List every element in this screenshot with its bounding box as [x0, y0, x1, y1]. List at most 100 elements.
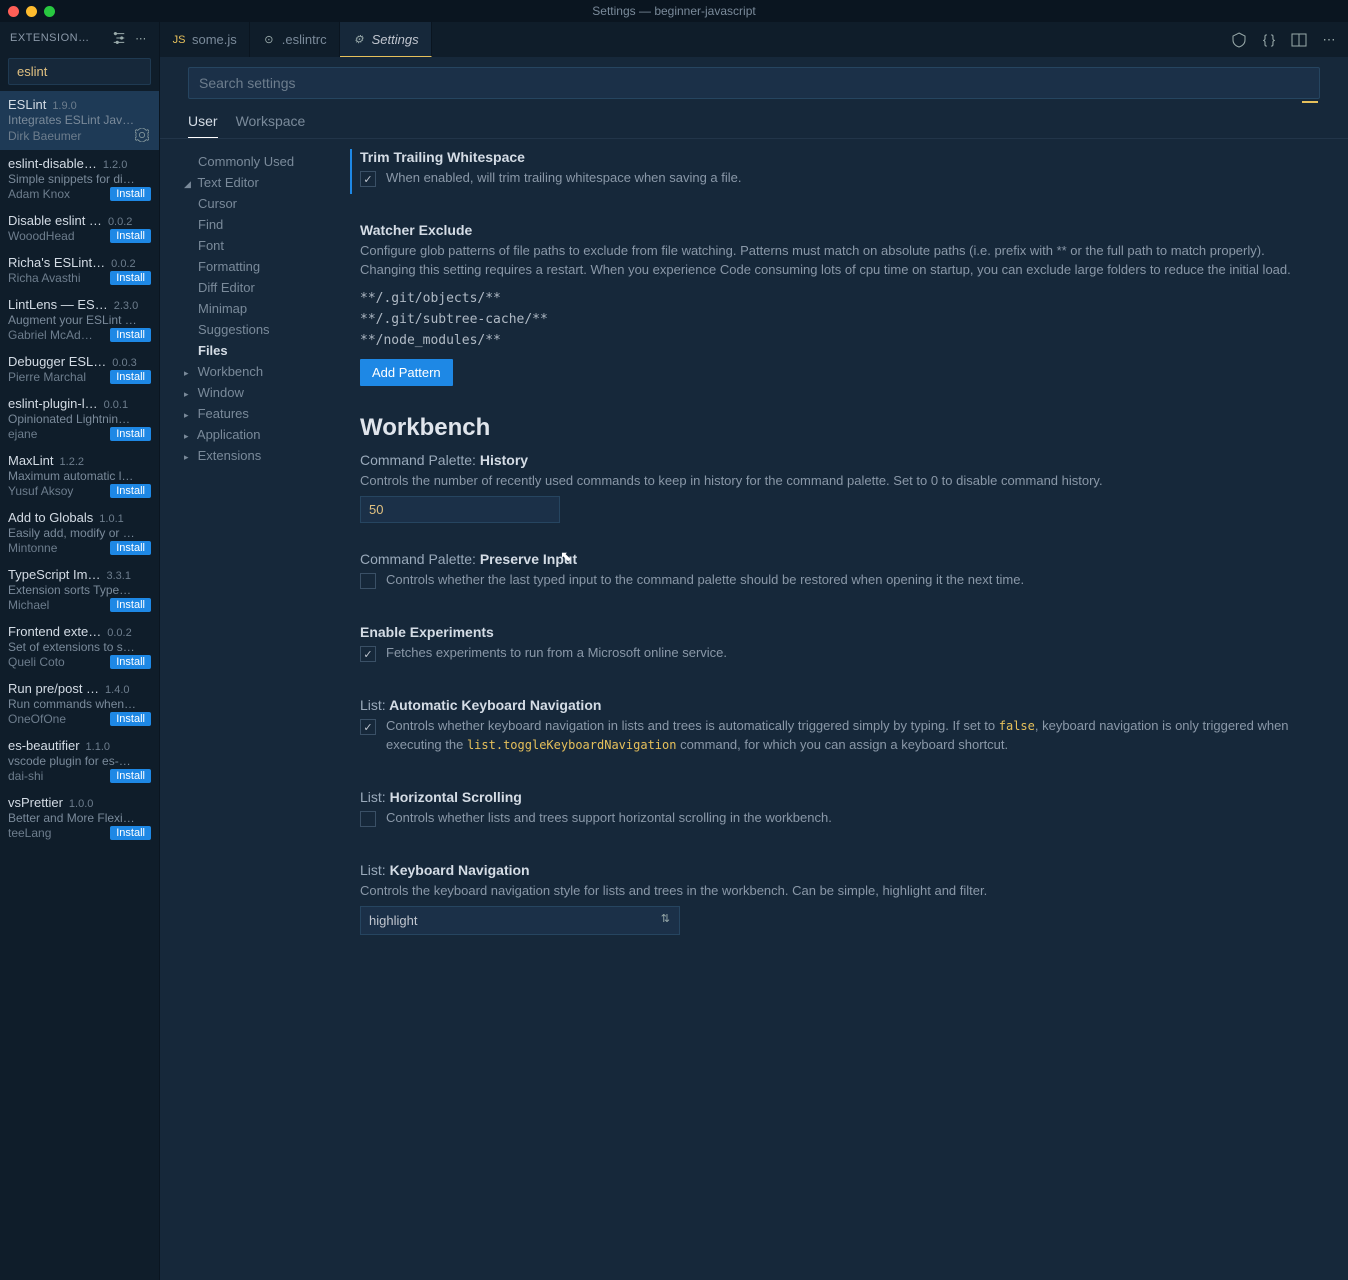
toc-item[interactable]: Cursor [180, 193, 332, 214]
setting-title: List: Horizontal Scrolling [360, 789, 1318, 805]
editor-tab[interactable]: ⚙Settings [340, 22, 432, 57]
install-button[interactable]: Install [110, 370, 151, 384]
toc-item[interactable]: Suggestions [180, 319, 332, 340]
checkbox-list-auto[interactable]: ✓ [360, 719, 376, 735]
extension-item[interactable]: Richa's ESLint…0.0.2 Richa Avasthi Insta… [0, 249, 159, 291]
tab-label: .eslintrc [282, 32, 327, 47]
toc-item[interactable]: Files [180, 340, 332, 361]
install-button[interactable]: Install [110, 484, 151, 498]
modified-indicator [1302, 101, 1318, 103]
setting-desc: Controls the keyboard navigation style f… [360, 882, 1318, 901]
setting-title: Trim Trailing Whitespace [360, 149, 1318, 165]
extension-item[interactable]: Add to Globals1.0.1 Easily add, modify o… [0, 504, 159, 561]
extension-item[interactable]: es-beautifier1.1.0 vscode plugin for es-… [0, 732, 159, 789]
setting-list-hscroll: List: Horizontal Scrolling Controls whet… [350, 789, 1318, 834]
window-title: Settings — beginner-javascript [592, 4, 755, 18]
file-icon: ⚙ [352, 32, 366, 46]
toc-item[interactable]: Find [180, 214, 332, 235]
toc-item[interactable]: ▸ Application [180, 424, 332, 445]
install-button[interactable]: Install [110, 541, 151, 555]
editor-tab[interactable]: JS some.js [160, 22, 250, 57]
titlebar: Settings — beginner-javascript [0, 0, 1348, 22]
sidebar-title: EXTENSION… [10, 32, 105, 44]
section-heading-workbench: Workbench [360, 414, 1318, 442]
install-button[interactable]: Install [110, 712, 151, 726]
install-button[interactable]: Install [110, 598, 151, 612]
settings-toc: Commonly Used◢ Text EditorCursorFindFont… [160, 139, 340, 1280]
setting-desc: Configure glob patterns of file paths to… [360, 242, 1318, 280]
install-button[interactable]: Install [110, 328, 151, 342]
checkbox-preserve-input[interactable] [360, 573, 376, 589]
cp-history-input[interactable] [360, 496, 560, 523]
add-pattern-button[interactable]: Add Pattern [360, 359, 453, 386]
checkbox-list-hscroll[interactable] [360, 811, 376, 827]
install-button[interactable]: Install [110, 427, 151, 441]
setting-desc: Controls whether keyboard navigation in … [386, 717, 1318, 755]
setting-desc: Controls whether the last typed input to… [386, 571, 1024, 590]
extension-item[interactable]: MaxLint1.2.2 Maximum automatic l… Yusuf … [0, 447, 159, 504]
more-actions-icon[interactable]: ⋯ [1320, 31, 1338, 49]
scope-tabs: User Workspace [160, 103, 1348, 139]
install-button[interactable]: Install [110, 229, 151, 243]
more-icon[interactable]: ⋯ [133, 30, 149, 46]
install-button[interactable]: Install [110, 187, 151, 201]
exclude-pattern[interactable]: **/.git/subtree-cache/** [360, 309, 1318, 330]
setting-cp-preserve: Command Palette: Preserve Input Controls… [350, 551, 1318, 596]
split-editor-icon[interactable] [1290, 31, 1308, 49]
extensions-sidebar: EXTENSION… ⋯ ESLint1.9.0 Integrates ESLi… [0, 22, 160, 1280]
setting-desc: Fetches experiments to run from a Micros… [386, 644, 727, 663]
install-button[interactable]: Install [110, 271, 151, 285]
extension-item[interactable]: ESLint1.9.0 Integrates ESLint Jav… Dirk … [0, 91, 159, 150]
toc-item[interactable]: ▸ Window [180, 382, 332, 403]
sidebar-header: EXTENSION… ⋯ [0, 22, 159, 54]
pattern-list: **/.git/objects/****/.git/subtree-cache/… [360, 288, 1318, 351]
tab-label: some.js [192, 32, 237, 47]
file-icon: JS [172, 33, 186, 47]
toc-item[interactable]: Diff Editor [180, 277, 332, 298]
install-button[interactable]: Install [110, 655, 151, 669]
exclude-pattern[interactable]: **/node_modules/** [360, 330, 1318, 351]
install-button[interactable]: Install [110, 826, 151, 840]
close-window-icon[interactable] [8, 6, 19, 17]
extension-item[interactable]: Debugger ESL…0.0.3 Pierre Marchal Instal… [0, 348, 159, 390]
extension-item[interactable]: vsPrettier1.0.0 Better and More Flexi… t… [0, 789, 159, 846]
toc-item[interactable]: ▸ Extensions [180, 445, 332, 466]
editor-tab[interactable]: ⊙.eslintrc [250, 22, 340, 57]
extension-item[interactable]: TypeScript Im…3.3.1 Extension sorts Type… [0, 561, 159, 618]
extension-item[interactable]: eslint-plugin-l…0.0.1 Opinionated Lightn… [0, 390, 159, 447]
maximize-window-icon[interactable] [44, 6, 55, 17]
extension-item[interactable]: eslint-disable…1.2.0 Simple snippets for… [0, 150, 159, 207]
toc-item[interactable]: ▸ Workbench [180, 361, 332, 382]
checkbox-experiments[interactable]: ✓ [360, 646, 376, 662]
minimize-window-icon[interactable] [26, 6, 37, 17]
gear-icon[interactable] [135, 128, 151, 144]
traffic-lights [8, 6, 55, 17]
braces-icon[interactable]: { } [1260, 31, 1278, 49]
setting-title: Command Palette: Preserve Input [360, 551, 1318, 567]
setting-watcher-exclude: Watcher Exclude Configure glob patterns … [350, 222, 1318, 386]
scope-tab-workspace[interactable]: Workspace [236, 113, 306, 138]
setting-title: List: Keyboard Navigation [360, 862, 1318, 878]
extensions-search-input[interactable] [8, 58, 151, 85]
extension-item[interactable]: Frontend exte…0.0.2 Set of extensions to… [0, 618, 159, 675]
settings-search-input[interactable] [188, 67, 1320, 99]
toc-item[interactable]: Font [180, 235, 332, 256]
filter-icon[interactable] [111, 30, 127, 46]
setting-desc: Controls whether lists and trees support… [386, 809, 832, 828]
extension-item[interactable]: Run pre/post …1.4.0 Run commands when… O… [0, 675, 159, 732]
toc-item[interactable]: ▸ Features [180, 403, 332, 424]
toc-item[interactable]: Formatting [180, 256, 332, 277]
toc-item[interactable]: Commonly Used [180, 151, 332, 172]
extension-item[interactable]: Disable eslint …0.0.2 WooodHead Install [0, 207, 159, 249]
exclude-pattern[interactable]: **/.git/objects/** [360, 288, 1318, 309]
setting-title: Enable Experiments [360, 624, 1318, 640]
editor-tabs: JS some.js ⊙.eslintrc⚙Settings { } ⋯ [160, 22, 1348, 57]
scope-tab-user[interactable]: User [188, 113, 218, 138]
list-keynav-select[interactable]: highlight [360, 906, 680, 935]
extension-item[interactable]: LintLens — ES…2.3.0 Augment your ESLint … [0, 291, 159, 348]
toc-item[interactable]: Minimap [180, 298, 332, 319]
checkbox-trim[interactable]: ✓ [360, 171, 376, 187]
toc-item[interactable]: ◢ Text Editor [180, 172, 332, 193]
install-button[interactable]: Install [110, 769, 151, 783]
open-settings-json-icon[interactable] [1230, 31, 1248, 49]
